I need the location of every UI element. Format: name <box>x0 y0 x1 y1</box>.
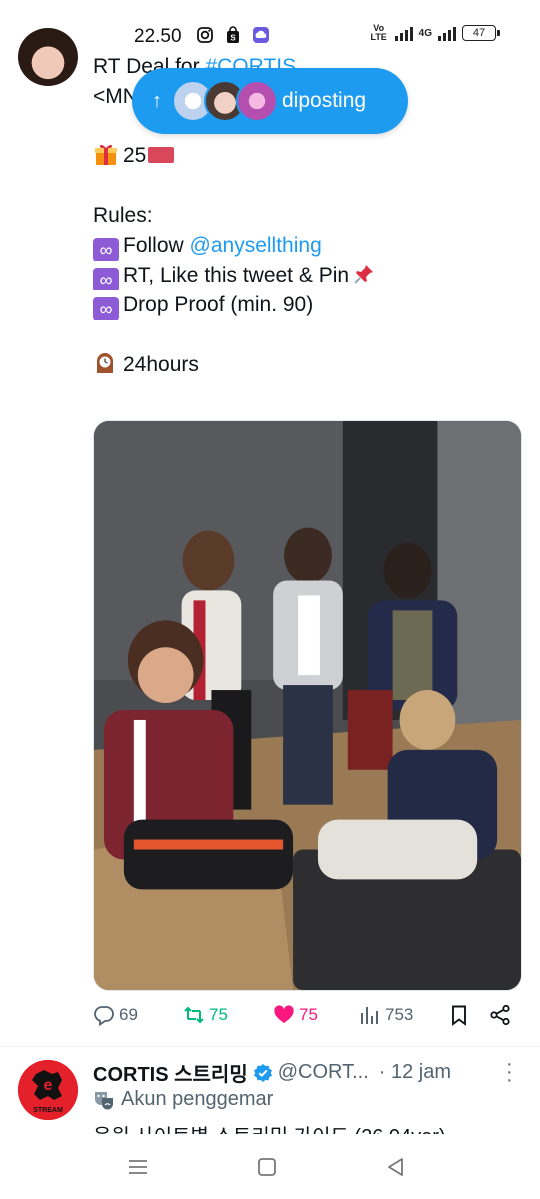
signal-icon <box>394 25 413 41</box>
recent-apps-icon[interactable] <box>127 1156 149 1178</box>
tweet-line <box>93 171 523 201</box>
tweet-text-segment: 25 <box>123 144 147 168</box>
retweet-button[interactable]: 75 <box>183 1004 228 1026</box>
heart-icon <box>274 1005 294 1023</box>
tweet2-author-avatar[interactable]: e STREAM <box>18 1060 78 1120</box>
status-time: 22.50 <box>134 26 182 47</box>
reply-count: 69 <box>119 1005 138 1024</box>
more-options-icon[interactable]: · · · <box>506 1054 513 1090</box>
shopping-bag-icon: S <box>227 26 239 43</box>
tweet2-text-preview: 음원 사이트별 스트리밍 가이드 (26.04ver) <box>93 1120 446 1134</box>
toast-avatar <box>236 80 278 122</box>
tweet2-author-name[interactable]: CORTIS 스트리밍 <box>93 1058 248 1087</box>
battery-icon: 47 <box>462 25 500 41</box>
share-button[interactable] <box>489 1004 511 1026</box>
home-icon[interactable] <box>256 1156 278 1178</box>
tweet2-header: CORTIS 스트리밍 @CORT... · 12 jam <box>93 1058 523 1087</box>
bookmark-button[interactable] <box>448 1004 470 1026</box>
tweet2-timestamp[interactable]: · 12 jam <box>379 1061 451 1084</box>
volte-label: Vo LTE <box>370 23 387 42</box>
network-type: 4G <box>418 27 432 39</box>
tweet-photo[interactable] <box>93 420 522 991</box>
mantelpiece-clock-icon <box>97 352 113 373</box>
like-count: 75 <box>299 1005 318 1024</box>
views-count: 753 <box>385 1005 414 1024</box>
retweet-count: 75 <box>209 1005 228 1024</box>
battery-level: 47 <box>472 27 486 39</box>
like-button[interactable]: 75 <box>273 1004 318 1026</box>
theater-masks-icon <box>95 1091 113 1109</box>
arrow-up-icon: ↑ <box>152 89 162 112</box>
fan-account-label: Akun penggemar <box>93 1088 273 1111</box>
tweet-author-avatar[interactable] <box>18 28 78 86</box>
gift-icon <box>95 145 117 166</box>
fan-account-text: Akun penggemar <box>121 1088 274 1110</box>
bookmark-icon <box>452 1005 466 1026</box>
tweet-actions: 69 75 75 753 <box>93 1004 522 1034</box>
tweet-line: ∞ Drop Proof (min. 90) <box>93 290 523 321</box>
svg-text:e: e <box>44 1077 53 1094</box>
tweet-line: ∞ Follow @anysellthing <box>93 231 523 261</box>
status-right: Vo LTE 4G 47 <box>369 23 500 42</box>
tweet-text-segment: Rules: <box>93 203 153 227</box>
infinity-icon: ∞ <box>93 267 119 291</box>
svg-text:STREAM: STREAM <box>33 1107 63 1114</box>
tweet-line: ∞ RT, Like this tweet & Pin <box>93 261 523 291</box>
toast-label: diposting <box>282 89 367 112</box>
stream-logo-icon: e STREAM <box>18 1060 78 1120</box>
mention-link[interactable]: @anysellthing <box>190 234 322 257</box>
reply-button[interactable]: 69 <box>93 1004 138 1026</box>
tweet-line: 24hours <box>93 350 523 380</box>
retweet-icon <box>184 1006 204 1024</box>
cloud-app-icon <box>253 27 269 43</box>
tweet-text-segment: Drop Proof (min. 90) <box>123 293 314 317</box>
tweet-line: Rules: <box>93 201 523 231</box>
tweet-divider <box>0 1046 540 1047</box>
views-chart-icon <box>361 1007 378 1024</box>
posting-toast[interactable]: ↑ diposting <box>132 68 408 134</box>
infinity-icon: ∞ <box>93 237 119 261</box>
tweet2-handle[interactable]: @CORT... <box>278 1061 369 1084</box>
back-icon[interactable] <box>385 1156 407 1178</box>
verified-badge-icon <box>253 1063 272 1082</box>
tweet-text-segment: RT, Like this tweet & Pin <box>123 263 350 287</box>
android-navigation-bar <box>0 1134 540 1199</box>
reply-icon <box>94 1006 114 1026</box>
svg-text:S: S <box>230 34 236 43</box>
signal-icon-2 <box>438 25 456 41</box>
toast-avatar-stack <box>172 79 278 123</box>
tweet2-text: 음원 사이트별 스트리밍 가이드 (26.04ver) <box>93 1126 446 1134</box>
share-icon <box>490 1004 510 1026</box>
pushpin-icon <box>354 264 374 284</box>
ticket-icon <box>148 147 175 164</box>
views-button[interactable]: 753 <box>359 1004 413 1026</box>
tweet-text-segment: 24hours <box>123 352 199 376</box>
tweet-text-segment: Follow <box>123 233 190 257</box>
group-photo-image <box>94 421 521 990</box>
notification-icons: S <box>196 26 270 44</box>
instagram-icon <box>197 27 213 43</box>
tweet-line <box>93 320 523 350</box>
infinity-icon: ∞ <box>93 297 119 321</box>
tweet-line: 25 <box>93 141 523 171</box>
